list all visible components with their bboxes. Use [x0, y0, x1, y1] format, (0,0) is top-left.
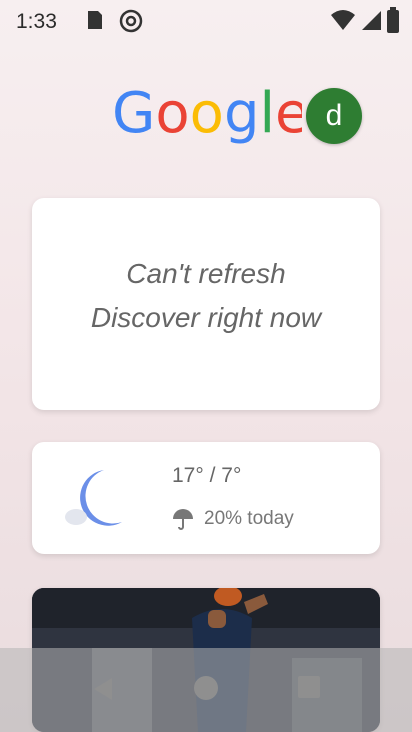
wifi-icon — [331, 10, 355, 30]
battery-icon — [387, 7, 399, 33]
google-logo: Google — [112, 82, 302, 146]
sync-icon — [119, 9, 143, 33]
recents-button-icon[interactable] — [296, 674, 322, 700]
error-message-line1: Can't refresh — [126, 258, 286, 289]
precipitation-text: 20% today — [204, 508, 294, 529]
sd-card-icon — [88, 11, 102, 29]
account-avatar[interactable]: d — [306, 88, 362, 144]
weather-card[interactable]: 17° / 7° 20% today — [32, 442, 380, 554]
status-time: 1:33 — [16, 10, 57, 33]
moon-cloud-icon — [65, 470, 122, 526]
discover-error-card: Can't refresh Discover right now — [32, 198, 380, 410]
svg-text:Google: Google — [112, 82, 302, 146]
status-bar: 1:33 — [0, 0, 412, 44]
precipitation: 20% today — [172, 508, 294, 530]
error-message-line2: Discover right now — [90, 302, 322, 333]
umbrella-icon — [173, 509, 193, 530]
back-button-icon[interactable] — [88, 674, 118, 704]
navigation-bar — [0, 648, 412, 732]
home-button-icon[interactable] — [192, 674, 220, 702]
cell-signal-icon — [362, 11, 381, 30]
avatar-letter: d — [325, 99, 343, 132]
weather-temperature: 17° / 7° — [172, 464, 242, 487]
